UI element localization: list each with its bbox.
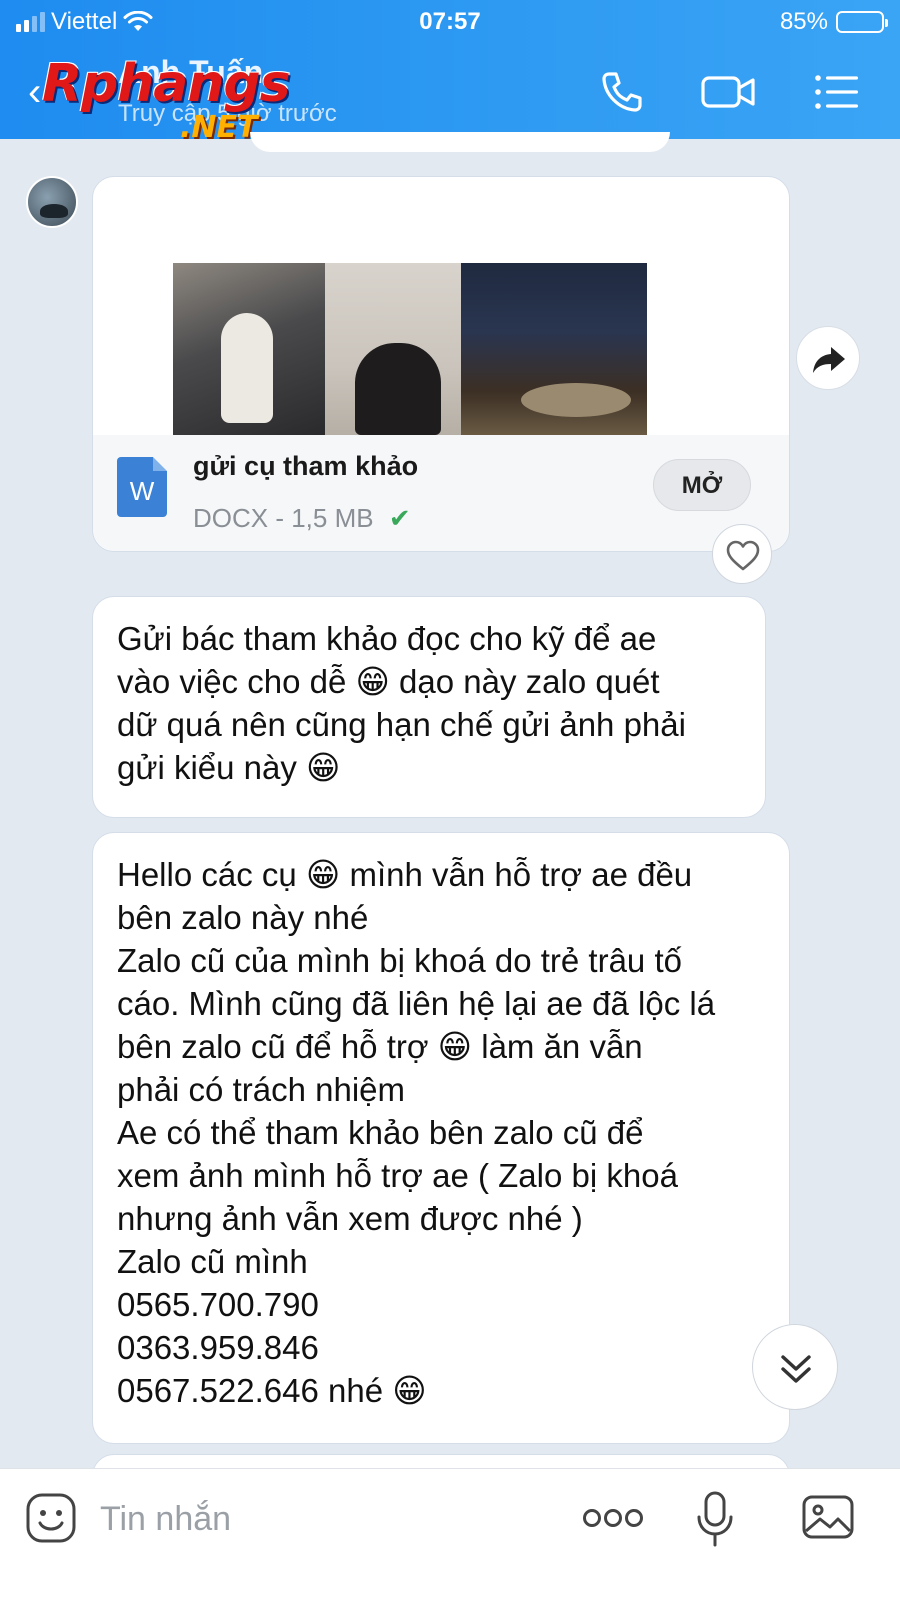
watermark-logo: Rphangs bbox=[42, 54, 291, 114]
chat-header: ‹ Anh Tuấn Truy cập 5 giờ trước Rphangs … bbox=[0, 44, 900, 145]
back-icon[interactable]: ‹ bbox=[28, 72, 41, 112]
preview-photo bbox=[325, 263, 461, 435]
more-icon[interactable] bbox=[582, 1505, 644, 1531]
video-call-icon[interactable] bbox=[700, 68, 756, 116]
message-input[interactable] bbox=[100, 1491, 560, 1547]
battery-info: 85% bbox=[779, 8, 888, 36]
file-meta: DOCX - 1,5 MB ✔ bbox=[193, 503, 411, 534]
top-bar: Viettel 07:57 85% ‹ Anh Tuấn Truy cập 5 … bbox=[0, 0, 900, 145]
message-bubble[interactable]: Hello các cụ 😁 mình vẫn hỗ trợ ae đều bê… bbox=[92, 832, 790, 1444]
battery-percent: 85% bbox=[779, 8, 828, 35]
heart-icon bbox=[726, 540, 760, 571]
check-icon: ✔ bbox=[388, 503, 411, 533]
file-attachment-row[interactable]: W gửi cụ tham khảo DOCX - 1,5 MB ✔ MỞ bbox=[93, 435, 789, 551]
file-name: gửi cụ tham khảo bbox=[193, 451, 419, 481]
clock: 07:57 bbox=[419, 8, 481, 35]
open-file-button[interactable]: MỞ bbox=[653, 459, 751, 511]
previous-message-edge bbox=[250, 132, 670, 152]
double-chevron-down-icon bbox=[781, 1355, 811, 1383]
battery-icon bbox=[836, 11, 888, 33]
scroll-to-bottom-button[interactable] bbox=[752, 1324, 838, 1410]
emoji-icon[interactable] bbox=[24, 1491, 78, 1545]
status-bar: Viettel 07:57 85% bbox=[0, 0, 900, 44]
file-preview-thumbnails[interactable] bbox=[173, 263, 647, 435]
share-button[interactable] bbox=[796, 326, 860, 390]
word-document-icon: W bbox=[117, 457, 167, 517]
preview-photo bbox=[173, 263, 325, 435]
phone-icon[interactable] bbox=[598, 68, 646, 116]
file-size: DOCX - 1,5 MB bbox=[193, 503, 374, 533]
react-heart-button[interactable] bbox=[712, 524, 772, 584]
share-arrow-icon bbox=[813, 347, 845, 373]
menu-list-icon[interactable] bbox=[812, 68, 860, 116]
file-message-card[interactable]: W gửi cụ tham khảo DOCX - 1,5 MB ✔ MỞ bbox=[92, 176, 790, 552]
message-input-bar bbox=[0, 1468, 900, 1600]
message-bubble[interactable]: Gửi bác tham khảo đọc cho kỹ để ae vào v… bbox=[92, 596, 766, 818]
microphone-icon[interactable] bbox=[692, 1489, 738, 1549]
image-icon[interactable] bbox=[800, 1491, 856, 1543]
watermark-logo-suffix: .NET bbox=[180, 110, 258, 145]
preview-photo bbox=[461, 263, 647, 435]
avatar[interactable] bbox=[26, 176, 78, 228]
